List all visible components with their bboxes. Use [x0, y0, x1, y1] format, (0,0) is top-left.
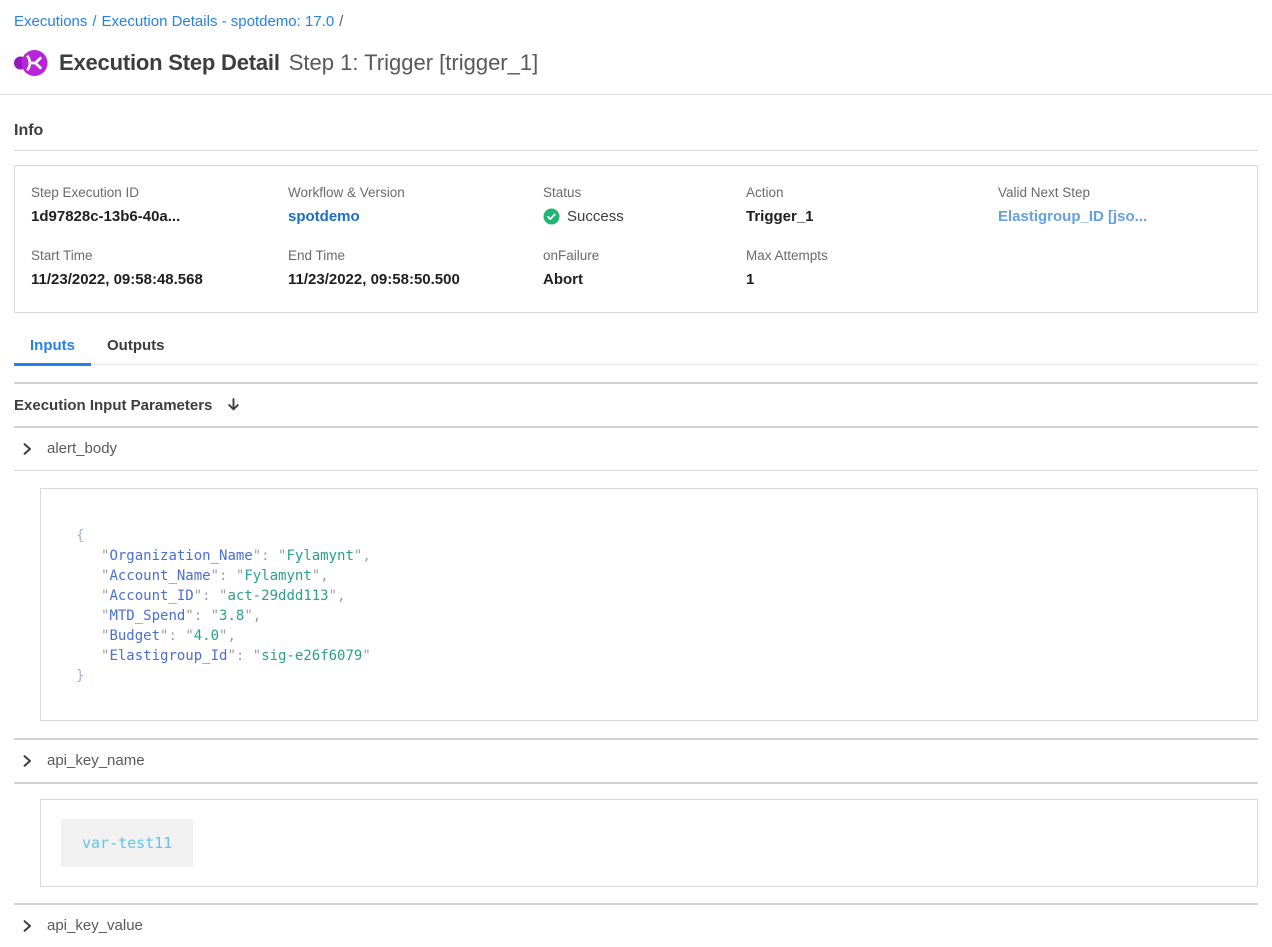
- breadcrumb: Executions/Execution Details - spotdemo:…: [14, 0, 1258, 31]
- field-label: Valid Next Step: [998, 185, 1247, 200]
- breadcrumb-separator: /: [334, 13, 348, 30]
- divider: [14, 150, 1258, 151]
- code-line: "Organization_Name": "Fylamynt",: [76, 546, 1237, 566]
- field-label: onFailure: [543, 248, 746, 263]
- title-row: Execution Step Detail Step 1: Trigger [t…: [14, 47, 1258, 79]
- field-label: Max Attempts: [746, 248, 998, 263]
- workflow-logo-icon: [14, 47, 48, 79]
- field-value: Abort: [543, 271, 746, 288]
- field-value: 1: [746, 271, 998, 288]
- page-title: Execution Step Detail: [59, 50, 280, 76]
- field-end-time: End Time 11/23/2022, 09:58:50.500: [288, 248, 543, 288]
- section-api-key-value[interactable]: api_key_value: [14, 905, 1258, 947]
- breadcrumb-separator: /: [87, 13, 101, 30]
- code-line: "Account_Name": "Fylamynt",: [76, 566, 1237, 586]
- field-workflow-version: Workflow & Version spotdemo: [288, 185, 543, 225]
- field-value: Trigger_1: [746, 208, 998, 225]
- section-label: api_key_value: [47, 917, 143, 934]
- workflow-link[interactable]: spotdemo: [288, 208, 543, 225]
- api-key-name-value-box: var-test11: [40, 799, 1258, 887]
- field-label: Action: [746, 185, 998, 200]
- field-action: Action Trigger_1: [746, 185, 998, 225]
- code-line: "Account_ID": "act-29ddd113",: [76, 586, 1237, 606]
- field-valid-next-step: Valid Next Step Elastigroup_ID [jso...: [998, 185, 1247, 225]
- field-empty: [998, 248, 1247, 288]
- field-step-execution-id: Step Execution ID 1d97828c-13b6-40a...: [31, 185, 288, 225]
- param-header-title: Execution Input Parameters: [14, 397, 212, 414]
- code-line: }: [76, 666, 1237, 686]
- section-label: api_key_name: [47, 752, 145, 769]
- next-step-link[interactable]: Elastigroup_ID [jso...: [998, 208, 1247, 225]
- tab-inputs[interactable]: Inputs: [14, 333, 91, 366]
- info-card: Step Execution ID 1d97828c-13b6-40a... W…: [14, 165, 1258, 313]
- field-max-attempts: Max Attempts 1: [746, 248, 998, 288]
- arrow-down-icon[interactable]: [225, 397, 242, 414]
- api-key-name-value: var-test11: [61, 819, 193, 867]
- field-label: Start Time: [31, 248, 288, 263]
- divider: [14, 470, 1258, 471]
- field-label: Workflow & Version: [288, 185, 543, 200]
- page-subtitle: Step 1: Trigger [trigger_1]: [289, 50, 538, 76]
- field-label: End Time: [288, 248, 543, 263]
- breadcrumb-link-executions[interactable]: Executions: [14, 13, 87, 30]
- success-check-icon: [543, 208, 560, 225]
- section-api-key-name[interactable]: api_key_name: [14, 740, 1258, 782]
- field-value: 1d97828c-13b6-40a...: [31, 208, 288, 225]
- field-value: 11/23/2022, 09:58:48.568: [31, 271, 288, 288]
- breadcrumb-link-execution-details[interactable]: Execution Details - spotdemo: 17.0: [102, 13, 335, 30]
- divider: [14, 782, 1258, 784]
- divider: [0, 94, 1272, 95]
- info-heading: Info: [14, 122, 1258, 140]
- code-line: "MTD_Spend": "3.8",: [76, 606, 1237, 626]
- execution-input-parameters-header: Execution Input Parameters: [14, 384, 1258, 426]
- field-label: Step Execution ID: [31, 185, 288, 200]
- code-line: {: [76, 526, 1237, 546]
- field-onfailure: onFailure Abort: [543, 248, 746, 288]
- tab-outputs[interactable]: Outputs: [91, 333, 181, 364]
- tab-bar: Inputs Outputs: [14, 333, 1258, 365]
- section-label: alert_body: [47, 440, 117, 457]
- field-value: 11/23/2022, 09:58:50.500: [288, 271, 543, 288]
- code-line: "Elastigroup_Id": "sig-e26f6079": [76, 646, 1237, 666]
- chevron-right-icon: [20, 754, 34, 768]
- chevron-right-icon: [20, 442, 34, 456]
- status-badge: Success: [567, 208, 624, 225]
- section-alert-body[interactable]: alert_body: [14, 428, 1258, 470]
- field-label: Status: [543, 185, 746, 200]
- field-start-time: Start Time 11/23/2022, 09:58:48.568: [31, 248, 288, 288]
- chevron-right-icon: [20, 919, 34, 933]
- code-line: "Budget": "4.0",: [76, 626, 1237, 646]
- page: Executions/Execution Details - spotdemo:…: [0, 0, 1272, 947]
- alert-body-json-viewer: { "Organization_Name": "Fylamynt", "Acco…: [40, 488, 1258, 721]
- field-status: Status Success: [543, 185, 746, 225]
